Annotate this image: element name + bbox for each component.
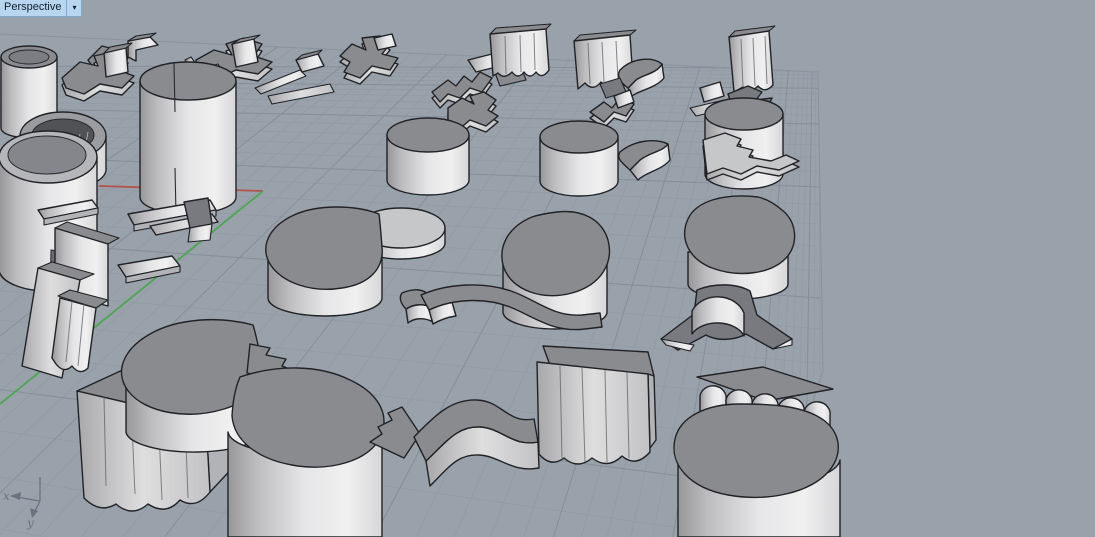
x-axis-label: x (3, 489, 10, 503)
teardrop-extrusion[interactable] (684, 195, 796, 300)
fluted-panel[interactable] (728, 25, 776, 93)
teardrop-extrusion[interactable] (673, 403, 841, 537)
y-axis-label: y (26, 516, 34, 530)
viewport-canvas[interactable]: x y (0, 0, 1095, 537)
fluted-panel[interactable] (489, 23, 552, 77)
chevron-down-icon[interactable]: ▾ (66, 0, 81, 16)
cylinder[interactable] (386, 117, 470, 196)
fluted-block[interactable] (536, 345, 657, 465)
cylinder[interactable] (139, 61, 237, 216)
cylinder[interactable] (539, 120, 619, 197)
rhino-perspective-viewport[interactable]: x y Perspective ▾ (0, 0, 1095, 537)
teardrop-extrusion[interactable] (265, 206, 383, 317)
viewport-tab[interactable]: Perspective ▾ (0, 0, 83, 17)
viewport-tab-label[interactable]: Perspective (0, 0, 66, 16)
